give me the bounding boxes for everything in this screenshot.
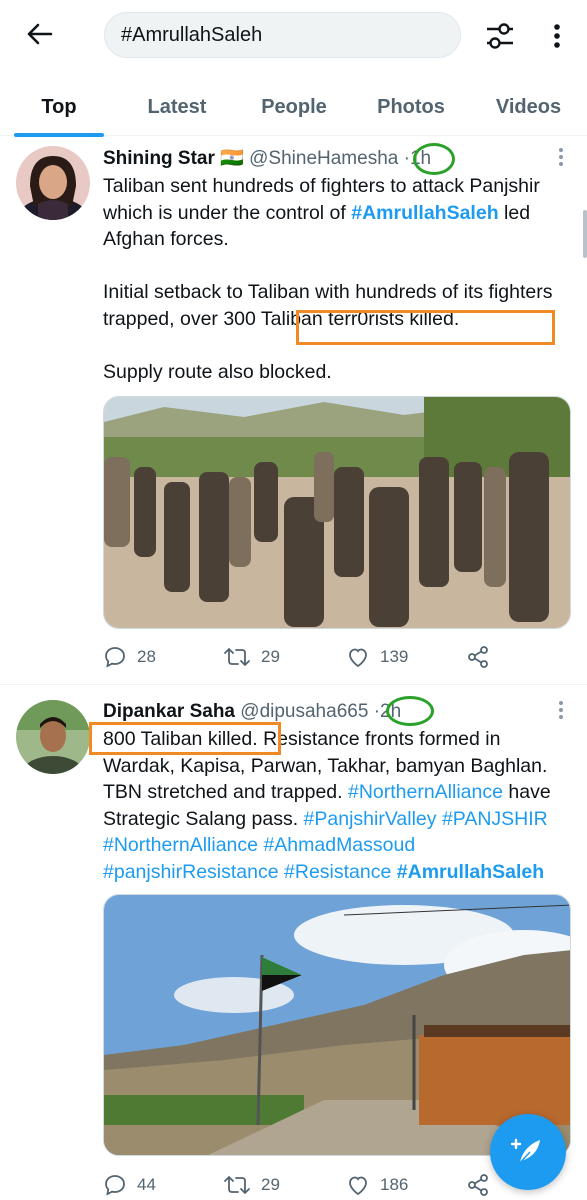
retweet-button[interactable]: 29 [223, 1173, 346, 1197]
tweet-text: 800 Taliban killed. Resistance fronts fo… [103, 726, 571, 885]
tweet[interactable]: Dipankar Saha @dipusaha665 ·2h 800 Talib… [0, 686, 587, 1200]
tweet-image[interactable] [103, 396, 571, 629]
reply-count: 44 [137, 1175, 156, 1194]
like-button[interactable]: 186 [346, 1173, 466, 1197]
tab-videos[interactable]: Videos [470, 78, 587, 136]
hashtag-link[interactable]: #AmrullahSaleh [351, 202, 498, 224]
tab-label: Latest [147, 95, 207, 118]
share-button[interactable] [466, 645, 490, 669]
heart-icon [349, 648, 367, 668]
tweet-time[interactable]: 2h [380, 701, 401, 722]
back-arrow-icon[interactable] [20, 16, 60, 52]
retweet-icon [224, 648, 250, 666]
share-icon [468, 1174, 488, 1196]
reply-button[interactable]: 44 [103, 1173, 223, 1197]
retweet-button[interactable]: 29 [223, 645, 346, 669]
tweet-header: Dipankar Saha @dipusaha665 ·2h [103, 698, 571, 726]
highlighted-text: 300 Taliban terr0rists killed. [223, 307, 460, 330]
tab-people[interactable]: People [236, 78, 352, 136]
heart-icon [349, 1176, 367, 1196]
share-icon [468, 646, 488, 668]
author-handle[interactable]: @dipusaha665 [240, 701, 368, 722]
tweet-actions: 28 29 139 [103, 642, 503, 672]
compose-tweet-button[interactable] [490, 1114, 566, 1190]
tab-latest[interactable]: Latest [118, 78, 236, 136]
more-options-icon[interactable] [542, 18, 572, 54]
tweet-image[interactable] [103, 894, 571, 1156]
retweet-count: 29 [261, 647, 280, 666]
tweet-paragraph: Initial setback to Taliban with hundreds… [103, 279, 571, 332]
hashtag-link[interactable]: #panjshirResistance [103, 861, 279, 883]
separator-dot: · [403, 148, 410, 169]
tweet-text: Taliban sent hundreds of fighters to att… [103, 173, 571, 385]
search-query: #AmrullahSaleh [121, 24, 263, 46]
tab-top[interactable]: Top [0, 78, 118, 137]
tweet-paragraph: Supply route also blocked. [103, 360, 332, 383]
search-input[interactable]: #AmrullahSaleh [104, 12, 461, 58]
avatar[interactable] [16, 700, 90, 774]
highlighted-text: 800 Taliban killed. [103, 728, 258, 750]
hashtag-link[interactable]: #PANJSHIR [442, 808, 548, 830]
avatar[interactable] [16, 146, 90, 220]
author-handle[interactable]: @ShineHamesha [249, 148, 398, 169]
compose-feather-icon [510, 1138, 540, 1166]
tweet-body: Dipankar Saha @dipusaha665 ·2h 800 Talib… [103, 698, 571, 885]
tab-label: People [261, 95, 327, 118]
tweet-header: Shining Star 🇮🇳 @ShineHamesha ·1h [103, 145, 571, 173]
search-filter-icon[interactable] [482, 18, 518, 54]
retweet-icon [224, 1176, 250, 1194]
hashtag-link[interactable]: #Resistance [284, 861, 391, 883]
tab-photos[interactable]: Photos [352, 78, 470, 136]
retweet-count: 29 [261, 1175, 280, 1194]
like-button[interactable]: 139 [346, 645, 466, 669]
tweet-menu-icon[interactable] [551, 698, 571, 722]
tweet[interactable]: Shining Star 🇮🇳 @ShineHamesha ·1h Taliba… [0, 137, 587, 685]
reply-count: 28 [137, 647, 156, 666]
top-bar: #AmrullahSaleh [0, 0, 587, 70]
tab-label: Photos [377, 95, 445, 118]
search-tabs: Top Latest People Photos Videos [0, 78, 587, 137]
tweet-actions: 44 29 186 [103, 1170, 503, 1200]
scrollbar[interactable] [583, 210, 587, 258]
reply-button[interactable]: 28 [103, 645, 223, 669]
hashtag-link[interactable]: #AmrullahSaleh [397, 861, 544, 883]
tweet-paragraph: Taliban sent hundreds of fighters to att… [103, 173, 571, 253]
author-name[interactable]: Shining Star [103, 148, 215, 169]
author-name[interactable]: Dipankar Saha [103, 701, 235, 722]
tweet-menu-icon[interactable] [551, 145, 571, 169]
hashtag-link[interactable]: #PanjshirValley [304, 808, 437, 830]
tab-label: Top [41, 95, 77, 118]
tweet-body: Shining Star 🇮🇳 @ShineHamesha ·1h Taliba… [103, 145, 571, 385]
tab-label: Videos [495, 95, 562, 118]
tweet-time[interactable]: 1h [410, 148, 431, 169]
reply-icon [105, 1175, 125, 1196]
like-count: 139 [380, 647, 409, 666]
reply-icon [105, 647, 125, 668]
hashtag-link[interactable]: #NorthernAlliance [103, 834, 258, 856]
share-button[interactable] [466, 1173, 490, 1197]
hashtag-link[interactable]: #NorthernAlliance [348, 781, 503, 803]
flag-icon: 🇮🇳 [220, 148, 244, 169]
like-count: 186 [380, 1175, 409, 1194]
hashtag-link[interactable]: #AhmadMassoud [263, 834, 415, 856]
